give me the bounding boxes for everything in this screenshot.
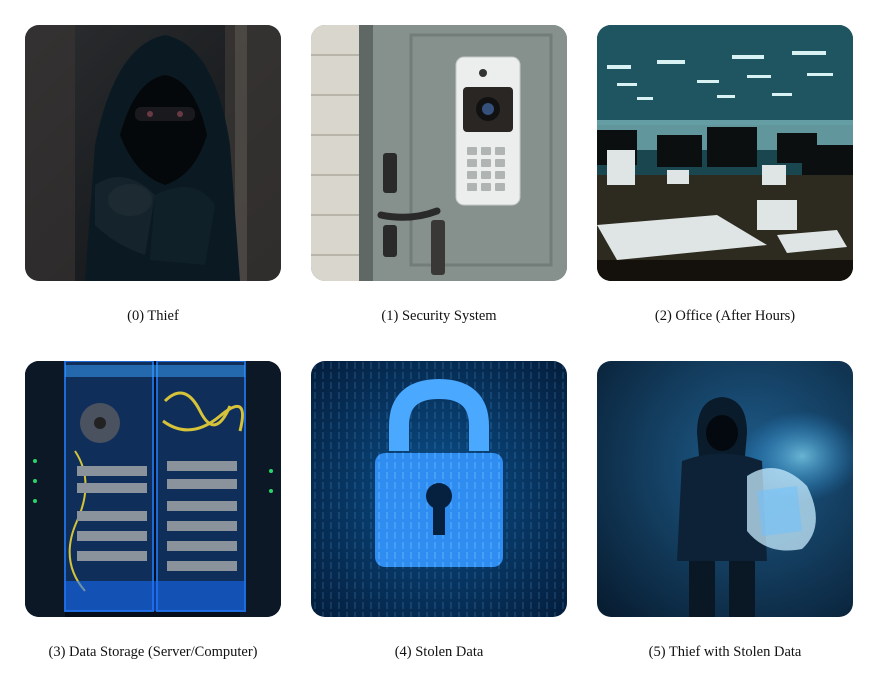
panel-caption: (3) Data Storage (Server/Computer) [48,644,258,660]
keypad-door-lock-image [311,25,567,281]
panel-thief-with-stolen-data-image [597,361,853,617]
panel-caption: (0) Thief [127,308,179,324]
panel-caption: (4) Stolen Data [394,644,484,660]
panel-office-image [597,25,853,281]
panel-security-system-image [311,25,567,281]
panel-caption: (5) Thief with Stolen Data [648,644,802,660]
digital-padlock-image [311,361,567,617]
panel-data-storage-image [25,361,281,617]
dark-office-image [597,25,853,281]
hooded-thief-image [25,25,281,281]
panel-stolen-data-image [311,361,567,617]
panel-caption: (1) Security System [381,308,497,324]
panel-caption: (2) Office (After Hours) [654,308,796,324]
server-rack-image [25,361,281,617]
panel-thief-image [25,25,281,281]
thief-with-bag-image [597,361,853,617]
